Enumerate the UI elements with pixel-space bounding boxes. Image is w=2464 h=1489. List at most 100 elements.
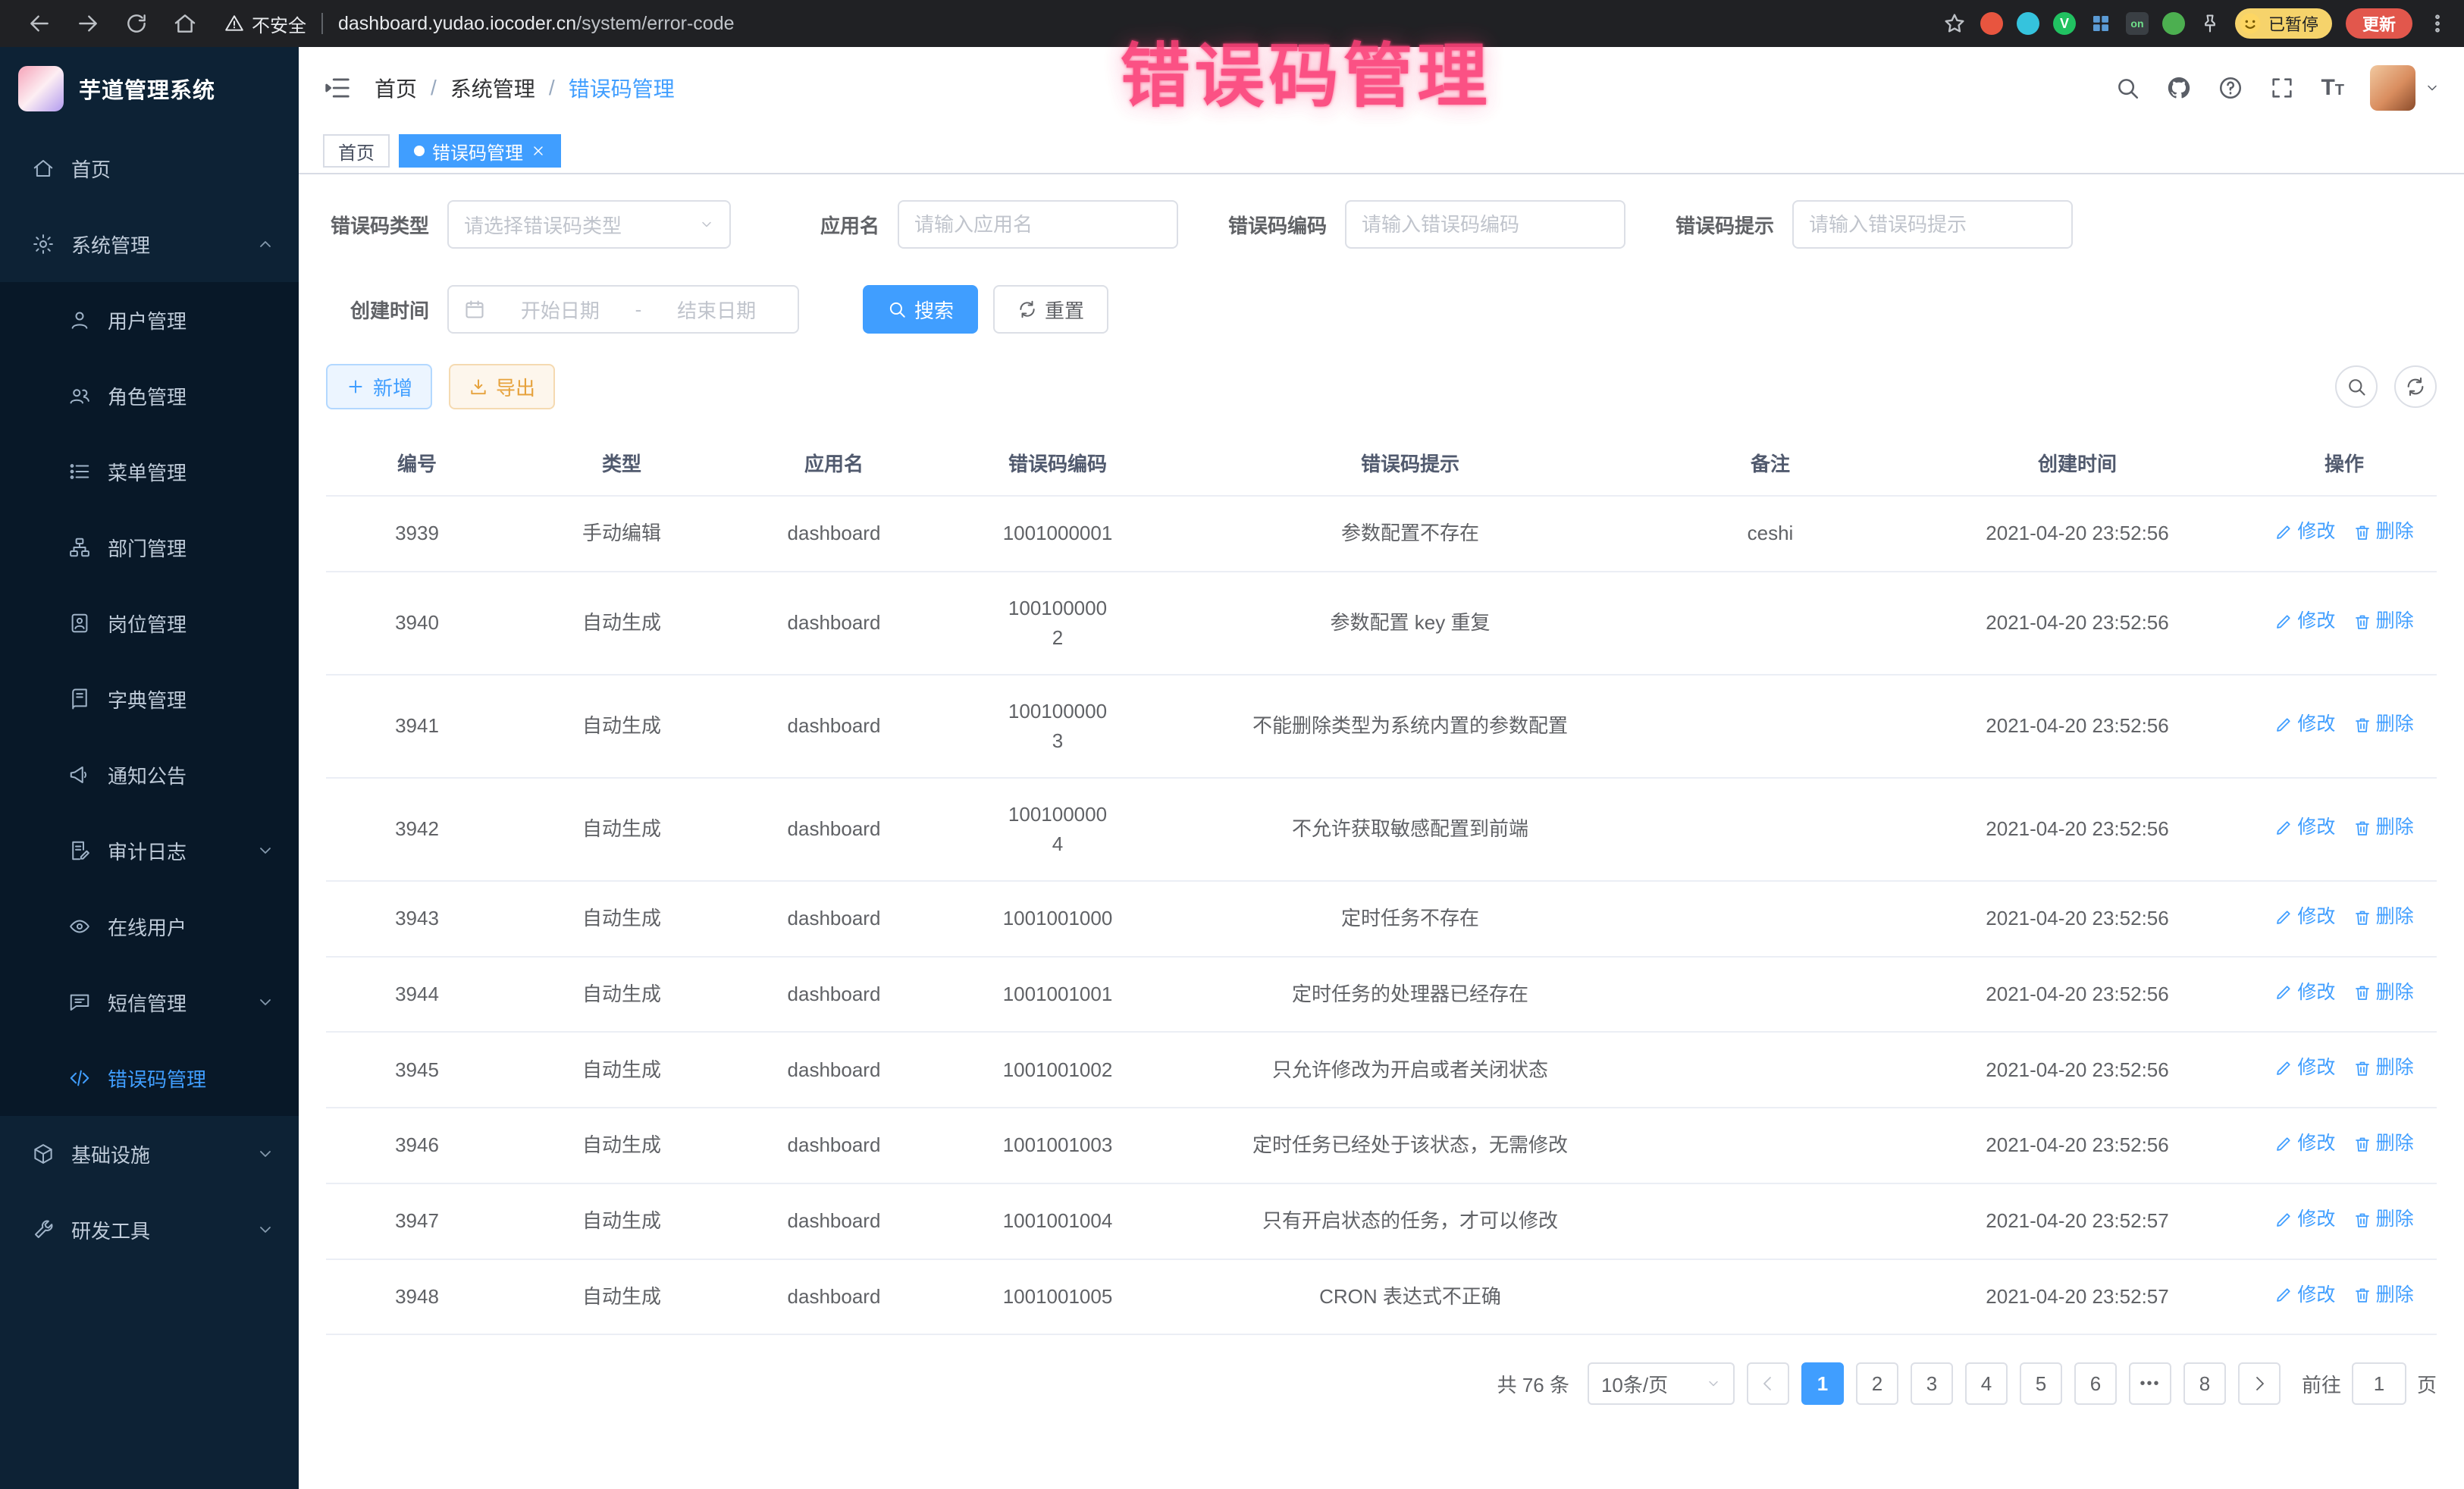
delete-link[interactable]: 删除	[2353, 710, 2414, 739]
edit-link[interactable]: 修改	[2274, 1054, 2335, 1083]
app-name-input[interactable]	[914, 213, 1161, 237]
sidebar-item-system[interactable]: 系统管理	[0, 206, 299, 282]
extension-icon-teal[interactable]	[2017, 12, 2039, 35]
prev-page-button[interactable]	[1747, 1362, 1789, 1405]
cell-remark	[1638, 808, 1903, 851]
page-button-2[interactable]: 2	[1856, 1362, 1898, 1405]
next-page-button[interactable]	[2238, 1362, 2281, 1405]
github-icon[interactable]	[2166, 75, 2192, 101]
sidebar-item-notice[interactable]: 通知公告	[0, 737, 299, 813]
browser-home-icon[interactable]	[173, 11, 197, 36]
breadcrumb-system[interactable]: 系统管理	[450, 73, 535, 103]
cell-error-hint: 只允许修改为开启或者关闭状态	[1183, 1034, 1638, 1106]
extension-icon-red[interactable]	[1980, 12, 2003, 35]
table-column-header: 错误码提示	[1183, 431, 1638, 495]
page-button-•••[interactable]: •••	[2129, 1362, 2171, 1405]
cell-type: 手动编辑	[508, 497, 735, 569]
fontsize-icon[interactable]: TT	[2321, 75, 2344, 101]
error-type-select[interactable]: 请选择错误码类型	[447, 200, 731, 249]
edit-link[interactable]: 修改	[2274, 1205, 2335, 1234]
sidebar-item-devtools[interactable]: 研发工具	[0, 1192, 299, 1268]
search-icon[interactable]	[2114, 75, 2140, 101]
user-avatar-menu[interactable]	[2370, 65, 2440, 111]
delete-link[interactable]: 删除	[2353, 979, 2414, 1008]
edit-link[interactable]: 修改	[2274, 1281, 2335, 1310]
bookmark-star-icon[interactable]	[1942, 11, 1967, 36]
page-button-3[interactable]: 3	[1911, 1362, 1953, 1405]
edit-link[interactable]: 修改	[2274, 903, 2335, 932]
browser-forward-icon[interactable]	[76, 11, 100, 36]
page-button-1[interactable]: 1	[1801, 1362, 1844, 1405]
menu-item-label: 菜单管理	[108, 458, 187, 486]
sidebar-item-audit-log[interactable]: 审计日志	[0, 813, 299, 889]
edit-link[interactable]: 修改	[2274, 813, 2335, 842]
date-range-picker[interactable]: 开始日期 - 结束日期	[447, 285, 799, 334]
reset-button[interactable]: 重置	[993, 285, 1108, 334]
search-button[interactable]: 搜索	[863, 285, 978, 334]
sidebar-item-role[interactable]: 角色管理	[0, 358, 299, 434]
menu-item-icon	[32, 233, 55, 255]
browser-back-icon[interactable]	[27, 11, 52, 36]
extension-icon-green[interactable]	[2162, 12, 2185, 35]
page-button-4[interactable]: 4	[1965, 1362, 2008, 1405]
sidebar-item-post[interactable]: 岗位管理	[0, 585, 299, 661]
fullscreen-icon[interactable]	[2269, 75, 2295, 101]
error-code-input[interactable]	[1362, 213, 1609, 237]
sidebar-toggle-icon[interactable]	[323, 74, 352, 102]
sidebar-item-sms[interactable]: 短信管理	[0, 964, 299, 1040]
update-button[interactable]: 更新	[2346, 8, 2412, 39]
goto-page-input[interactable]	[2352, 1362, 2406, 1405]
delete-link[interactable]: 删除	[2353, 813, 2414, 842]
sidebar-item-user[interactable]: 用户管理	[0, 282, 299, 358]
menu-item-icon	[68, 309, 91, 331]
trash-icon	[2353, 908, 2372, 926]
delete-link[interactable]: 删除	[2353, 1054, 2414, 1083]
trash-icon	[2353, 523, 2372, 541]
help-icon[interactable]	[2218, 75, 2243, 101]
edit-link[interactable]: 修改	[2274, 518, 2335, 547]
delete-link[interactable]: 删除	[2353, 1130, 2414, 1158]
cell-type: 自动生成	[508, 1261, 735, 1333]
sidebar-item-online-user[interactable]: 在线用户	[0, 889, 299, 964]
cell-actions: 修改 删除	[2252, 1033, 2437, 1107]
menu-item-label: 研发工具	[71, 1216, 150, 1244]
breadcrumb-home[interactable]: 首页	[375, 73, 417, 103]
page-button-8[interactable]: 8	[2183, 1362, 2226, 1405]
sidebar-item-infra[interactable]: 基础设施	[0, 1116, 299, 1192]
extension-icon-v[interactable]: V	[2053, 12, 2076, 35]
edit-link[interactable]: 修改	[2274, 979, 2335, 1008]
edit-link[interactable]: 修改	[2274, 1130, 2335, 1158]
sidebar-item-dept[interactable]: 部门管理	[0, 509, 299, 585]
refresh-table-button[interactable]	[2394, 365, 2437, 408]
page-button-5[interactable]: 5	[2020, 1362, 2062, 1405]
extension-icon-switch[interactable]: on	[2126, 12, 2149, 35]
edit-link[interactable]: 修改	[2274, 710, 2335, 739]
export-button[interactable]: 导出	[449, 364, 555, 409]
extension-icon-grid[interactable]	[2089, 12, 2112, 35]
toggle-search-button[interactable]	[2335, 365, 2378, 408]
address-bar[interactable]: dashboard.yudao.iocoder.cn/system/error-…	[338, 13, 1942, 35]
error-hint-input[interactable]	[1809, 213, 2056, 237]
tab-首页[interactable]: 首页	[323, 134, 390, 168]
sidebar-item-dict[interactable]: 字典管理	[0, 661, 299, 737]
page-button-6[interactable]: 6	[2074, 1362, 2117, 1405]
browser-reload-icon[interactable]	[124, 11, 149, 36]
paused-badge[interactable]: 已暂停	[2235, 8, 2332, 39]
page-size-select[interactable]: 10条/页	[1588, 1362, 1735, 1405]
delete-link[interactable]: 删除	[2353, 1205, 2414, 1234]
delete-link[interactable]: 删除	[2353, 518, 2414, 547]
sidebar-item-home[interactable]: 首页	[0, 130, 299, 206]
delete-link[interactable]: 删除	[2353, 607, 2414, 636]
add-button[interactable]: 新增	[326, 364, 432, 409]
sidebar-item-menu[interactable]: 菜单管理	[0, 434, 299, 509]
delete-link[interactable]: 删除	[2353, 1281, 2414, 1310]
browser-menu-icon[interactable]	[2426, 12, 2449, 35]
extension-pin-icon[interactable]	[2199, 12, 2221, 35]
sidebar-item-error-code[interactable]: 错误码管理	[0, 1040, 299, 1116]
tab-close-icon[interactable]	[531, 143, 546, 158]
url-path: /system/error-code	[576, 13, 734, 34]
delete-link[interactable]: 删除	[2353, 903, 2414, 932]
edit-link[interactable]: 修改	[2274, 607, 2335, 636]
tab-错误码管理[interactable]: 错误码管理	[399, 134, 561, 168]
security-indicator[interactable]: 不安全	[224, 11, 306, 37]
